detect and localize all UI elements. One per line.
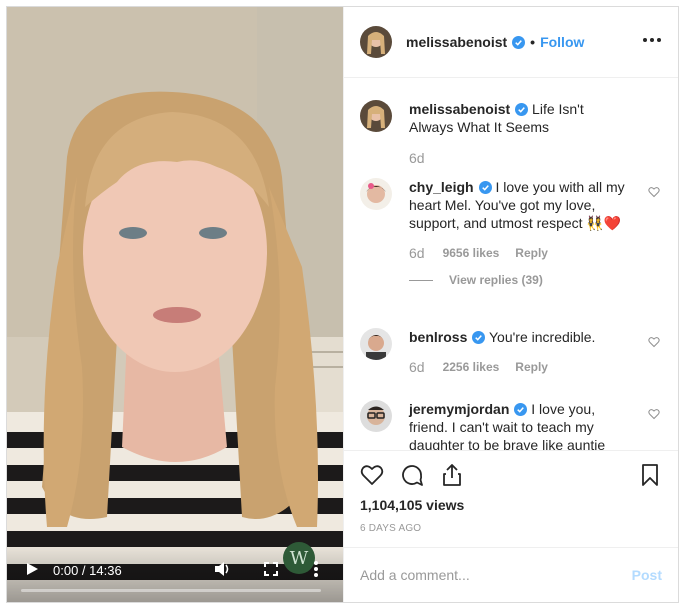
video-time: 0:00 / 14:36 (53, 563, 122, 578)
avatar[interactable] (360, 400, 392, 432)
fullscreen-icon[interactable] (264, 562, 278, 576)
bookmark-icon[interactable] (638, 463, 662, 487)
post-header: melissabenoist • Follow (344, 7, 678, 78)
comment-username[interactable]: jeremymjordan (409, 401, 509, 417)
comment-input[interactable] (360, 567, 632, 583)
view-count[interactable]: 1,104,105 views (360, 497, 464, 513)
list-item: chy_leigh I love you with all my heart M… (360, 178, 660, 287)
verified-badge-icon (472, 331, 486, 344)
volume-icon[interactable] (214, 561, 232, 577)
post-comment-button[interactable]: Post (632, 567, 662, 583)
comment-username[interactable]: benlross (409, 329, 467, 345)
caption: melissabenoist Life Isn't Always What It… (360, 100, 660, 166)
header-username[interactable]: melissabenoist (406, 34, 507, 50)
verified-badge-icon (512, 35, 526, 49)
avatar[interactable] (360, 328, 392, 360)
avatar[interactable] (360, 178, 392, 210)
instagram-post: 0:00 / 14:36 W melissabenoist • Follow m… (6, 6, 679, 603)
heart-icon[interactable] (360, 463, 384, 487)
post-side-panel: melissabenoist • Follow melissabenoist L… (343, 7, 678, 602)
comments-list[interactable]: melissabenoist Life Isn't Always What It… (344, 78, 678, 450)
comment-icon[interactable] (400, 463, 424, 487)
avatar[interactable] (360, 100, 392, 132)
like-heart-icon[interactable] (648, 408, 660, 420)
divider (409, 279, 433, 281)
list-item: jeremymjordan I love you, friend. I can'… (360, 400, 660, 450)
like-heart-icon[interactable] (648, 186, 660, 198)
follow-button[interactable]: Follow (540, 34, 584, 50)
comment-likes[interactable]: 9656 likes (443, 246, 500, 260)
watermark-logo: W (283, 542, 315, 574)
list-item: benlross You're incredible. 6d 2256 like… (360, 328, 660, 375)
share-icon[interactable] (440, 463, 464, 487)
separator-dot: • (530, 34, 536, 50)
video-player[interactable]: 0:00 / 14:36 W (7, 7, 343, 602)
play-icon[interactable] (25, 562, 39, 576)
add-comment-bar: Post (344, 547, 678, 602)
avatar[interactable] (360, 26, 392, 58)
more-vertical-icon[interactable] (313, 560, 319, 578)
video-controls: 0:00 / 14:36 W (7, 542, 343, 602)
reply-button[interactable]: Reply (515, 246, 548, 260)
verified-badge-icon (515, 103, 529, 116)
video-progress-bar[interactable] (21, 589, 321, 592)
reply-button[interactable]: Reply (515, 360, 548, 374)
ellipsis-icon[interactable] (642, 35, 662, 45)
comment-username[interactable]: chy_leigh (409, 179, 474, 195)
view-replies-label: View replies (39) (449, 273, 543, 287)
video-frame (7, 7, 343, 602)
caption-age[interactable]: 6d (409, 150, 425, 166)
post-actions: 1,104,105 views 6 DAYS AGO Post (344, 450, 678, 602)
comment-text: You're incredible. (489, 329, 596, 345)
verified-badge-icon (478, 181, 492, 194)
like-heart-icon[interactable] (648, 336, 660, 348)
comment-age[interactable]: 6d (409, 245, 425, 261)
view-replies-button[interactable]: View replies (39) (409, 273, 660, 287)
comment-age[interactable]: 6d (409, 359, 425, 375)
caption-username[interactable]: melissabenoist (409, 101, 510, 117)
comment-likes[interactable]: 2256 likes (443, 360, 500, 374)
post-timestamp[interactable]: 6 DAYS AGO (360, 523, 421, 534)
verified-badge-icon (514, 403, 528, 416)
